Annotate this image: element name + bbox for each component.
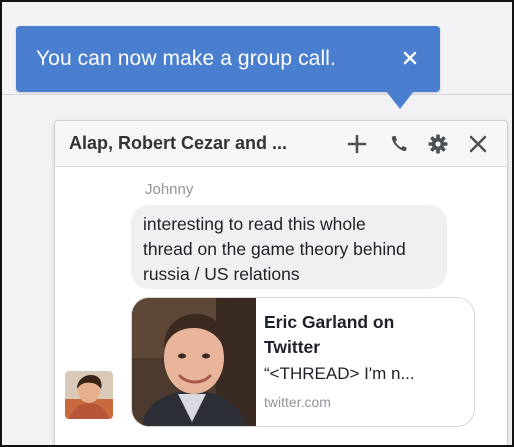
chat-window: Alap, Robert Cezar and ... Johnny intere… <box>54 120 508 445</box>
gear-icon[interactable] <box>426 132 450 156</box>
phone-icon[interactable] <box>387 132 411 156</box>
divider <box>2 94 512 95</box>
close-icon[interactable] <box>402 50 418 66</box>
user-avatar[interactable] <box>65 371 113 419</box>
group-call-tooltip: You can now make a group call. <box>16 26 440 92</box>
add-icon[interactable] <box>345 132 369 156</box>
link-description: “<THREAD> I'm n... <box>264 364 415 383</box>
chat-title[interactable]: Alap, Robert Cezar and ... <box>69 133 287 154</box>
link-preview-card[interactable]: Eric Garland on Twitter “<THREAD> I'm n.… <box>131 297 475 427</box>
link-title-line: Eric Garland on <box>264 312 395 332</box>
message-text-line: thread on the game theory behind <box>143 239 406 259</box>
close-icon[interactable] <box>466 132 490 156</box>
message-text-line: interesting to read this whole <box>143 214 366 234</box>
message-sender: Johnny <box>145 181 194 198</box>
link-title: Eric Garland on Twitter <box>264 310 464 360</box>
app-background: You can now make a group call. Alap, Rob… <box>0 0 514 447</box>
link-domain: twitter.com <box>264 394 331 410</box>
message-bubble[interactable]: interesting to read this whole thread on… <box>131 205 447 289</box>
tooltip-text: You can now make a group call. <box>36 47 336 70</box>
chat-header: Alap, Robert Cezar and ... <box>55 121 507 167</box>
tooltip-arrow <box>386 91 414 109</box>
profile-photo <box>132 298 256 426</box>
message-text-line: russia / US relations <box>143 264 300 284</box>
link-title-line: Twitter <box>264 337 321 357</box>
